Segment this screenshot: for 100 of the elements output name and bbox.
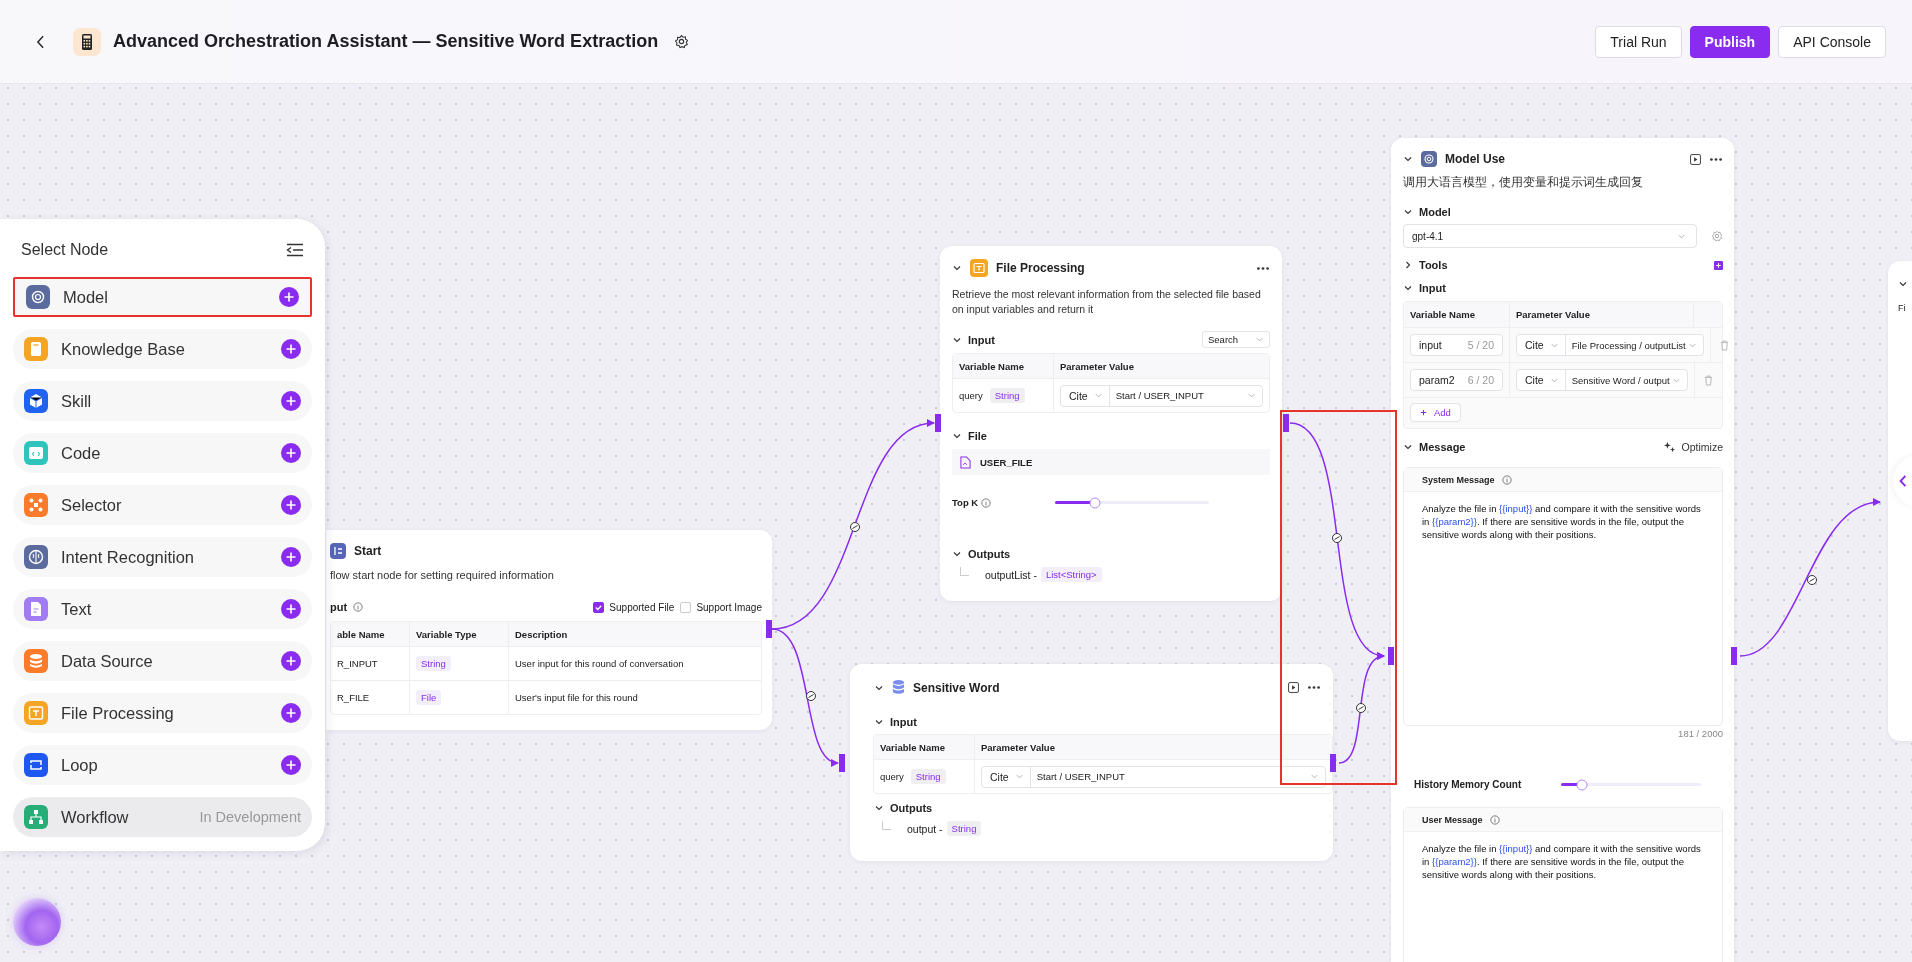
- back-icon[interactable]: [36, 34, 45, 49]
- node-type-item[interactable]: Knowledge Base: [13, 329, 312, 369]
- chevron-icon[interactable]: [952, 263, 962, 273]
- settings-icon[interactable]: [674, 34, 690, 49]
- option-checkbox[interactable]: Supported File: [593, 601, 675, 613]
- chevron-icon[interactable]: [874, 803, 884, 813]
- node-type-item[interactable]: File Processing: [13, 693, 312, 733]
- add-icon[interactable]: [281, 443, 301, 463]
- chevron-icon[interactable]: [1403, 283, 1413, 293]
- more-icon[interactable]: [1256, 265, 1270, 271]
- node-title: Fi: [1898, 303, 1907, 313]
- node-type-item[interactable]: Loop: [13, 745, 312, 785]
- model-dropdown[interactable]: gpt-4.1: [1403, 224, 1697, 248]
- node-title: File Processing: [996, 261, 1085, 275]
- cite-dropdown[interactable]: Cite: [1517, 335, 1566, 355]
- edge-handle-icon[interactable]: [850, 522, 860, 532]
- node-type-item[interactable]: Skill: [13, 381, 312, 421]
- parameter-select[interactable]: Cite Start / USER_INPUT: [981, 765, 1326, 788]
- message-editor[interactable]: System Message Analyze the file in {{input}} and compare it with the sensitive words in {{param2}}. If there are sensitive words in the file, output the sensitive words along with their positions.: [1403, 467, 1723, 726]
- assistant-orb-icon[interactable]: [13, 898, 61, 946]
- column-header: Parameter Value: [1053, 354, 1269, 378]
- value-dropdown[interactable]: Start / USER_INPUT: [1109, 385, 1262, 406]
- more-icon[interactable]: [1709, 156, 1723, 162]
- info-icon: [353, 602, 364, 612]
- parameter-select[interactable]: Cite Sensitive Word / output: [1516, 369, 1688, 391]
- toolbar-button[interactable]: Publish: [1689, 25, 1771, 58]
- node-type-item[interactable]: Model: [13, 277, 312, 317]
- optimize-button[interactable]: Optimize: [1663, 441, 1723, 453]
- node-type-item[interactable]: Code: [13, 433, 312, 473]
- message-editor[interactable]: User Message Analyze the file in {{input}} and compare it with the sensitive words in {{param2}}. If there are sensitive words in the file, output the sensitive words along with their positions.: [1403, 807, 1723, 962]
- chevron-icon[interactable]: [1898, 279, 1908, 289]
- plus-icon: [1420, 409, 1427, 416]
- parameter-select[interactable]: Cite Start / USER_INPUT: [1060, 384, 1263, 407]
- value-dropdown[interactable]: Start / USER_INPUT: [1030, 766, 1325, 787]
- slider-label: Top K: [952, 497, 979, 508]
- add-icon[interactable]: [281, 495, 301, 515]
- add-icon[interactable]: [281, 755, 301, 775]
- table-cell-text: R_INPUT: [336, 657, 379, 671]
- file-processing-node-card[interactable]: [940, 246, 1282, 601]
- next-node-card[interactable]: Fi: [1888, 261, 1912, 741]
- type-tag: String: [946, 821, 982, 836]
- variable-name-field[interactable]: input 5 / 20: [1410, 334, 1503, 356]
- chevron-icon[interactable]: [1403, 442, 1413, 452]
- more-icon[interactable]: [1307, 685, 1321, 690]
- edge-handle-icon[interactable]: [1332, 533, 1342, 543]
- chevron-icon[interactable]: [952, 431, 962, 441]
- chevron-icon[interactable]: [1403, 260, 1413, 270]
- chevron-icon[interactable]: [874, 717, 884, 727]
- chevron-icon[interactable]: [952, 549, 962, 559]
- model-use-node-card[interactable]: [1391, 138, 1734, 962]
- table-cell: User's input file for this round: [508, 681, 761, 714]
- cite-dropdown[interactable]: Cite: [1061, 385, 1110, 406]
- node-type-item[interactable]: Data Source: [13, 641, 312, 681]
- node-type-item[interactable]: Intent Recognition: [13, 537, 312, 577]
- toolbar-button[interactable]: API Console: [1778, 25, 1886, 58]
- message-label: User Message: [1422, 814, 1483, 825]
- value-dropdown[interactable]: File Processing / outputList: [1565, 335, 1703, 355]
- add-button[interactable]: Add: [1410, 403, 1461, 422]
- column-header: Description: [508, 622, 761, 646]
- mode-dropdown[interactable]: Search: [1202, 331, 1270, 348]
- variable-name-field[interactable]: param2 6 / 20: [1410, 369, 1503, 391]
- cite-dropdown[interactable]: Cite: [982, 766, 1031, 787]
- edge-handle-icon[interactable]: [806, 691, 816, 701]
- variable-name: query: [959, 390, 983, 401]
- type-tag: String: [910, 769, 946, 784]
- cite-dropdown[interactable]: Cite: [1517, 370, 1566, 390]
- output-name: outputList -: [985, 568, 1037, 581]
- section-title: Message: [1419, 441, 1466, 453]
- parameter-select[interactable]: Cite File Processing / outputList: [1516, 334, 1704, 356]
- start-node-card[interactable]: [326, 530, 772, 730]
- file-item[interactable]: USER_FILE: [952, 449, 1270, 475]
- add-icon[interactable]: [281, 391, 301, 411]
- add-icon[interactable]: [281, 339, 301, 359]
- run-icon[interactable]: [1288, 682, 1299, 693]
- value-dropdown[interactable]: Sensitive Word / output: [1565, 370, 1687, 390]
- add-icon[interactable]: [281, 599, 301, 619]
- column-header: able Name: [336, 627, 386, 642]
- chevron-icon[interactable]: [1403, 207, 1413, 217]
- document-icon: [960, 455, 971, 469]
- toolbar-button[interactable]: Trial Run: [1595, 25, 1682, 58]
- add-icon[interactable]: [279, 287, 299, 307]
- chevron-icon[interactable]: [1403, 154, 1413, 164]
- sensitive-word-node-card[interactable]: Sensitive Word Input Variable Name Parameter Value query String Cite Start / USER_INPUT Outputs output - String: [850, 664, 1333, 861]
- add-icon[interactable]: [281, 547, 301, 567]
- add-icon[interactable]: [1714, 260, 1723, 270]
- section-title: Input: [890, 716, 917, 728]
- calculator-icon: [73, 27, 101, 56]
- node-type-item[interactable]: Selector: [13, 485, 312, 525]
- node-description: flow start node for setting required information: [330, 568, 555, 583]
- add-icon[interactable]: [281, 651, 301, 671]
- run-icon[interactable]: [1690, 153, 1701, 165]
- edge-handle-icon[interactable]: [1807, 575, 1817, 585]
- info-icon: [1489, 814, 1500, 825]
- collapse-menu-icon[interactable]: [286, 243, 304, 257]
- type-tag: String: [416, 656, 451, 671]
- edge-handle-icon[interactable]: [1356, 703, 1366, 713]
- option-checkbox[interactable]: Support Image: [680, 601, 762, 613]
- add-icon[interactable]: [281, 703, 301, 723]
- node-type-item[interactable]: Text: [13, 589, 312, 629]
- section-title: Input: [968, 333, 995, 346]
